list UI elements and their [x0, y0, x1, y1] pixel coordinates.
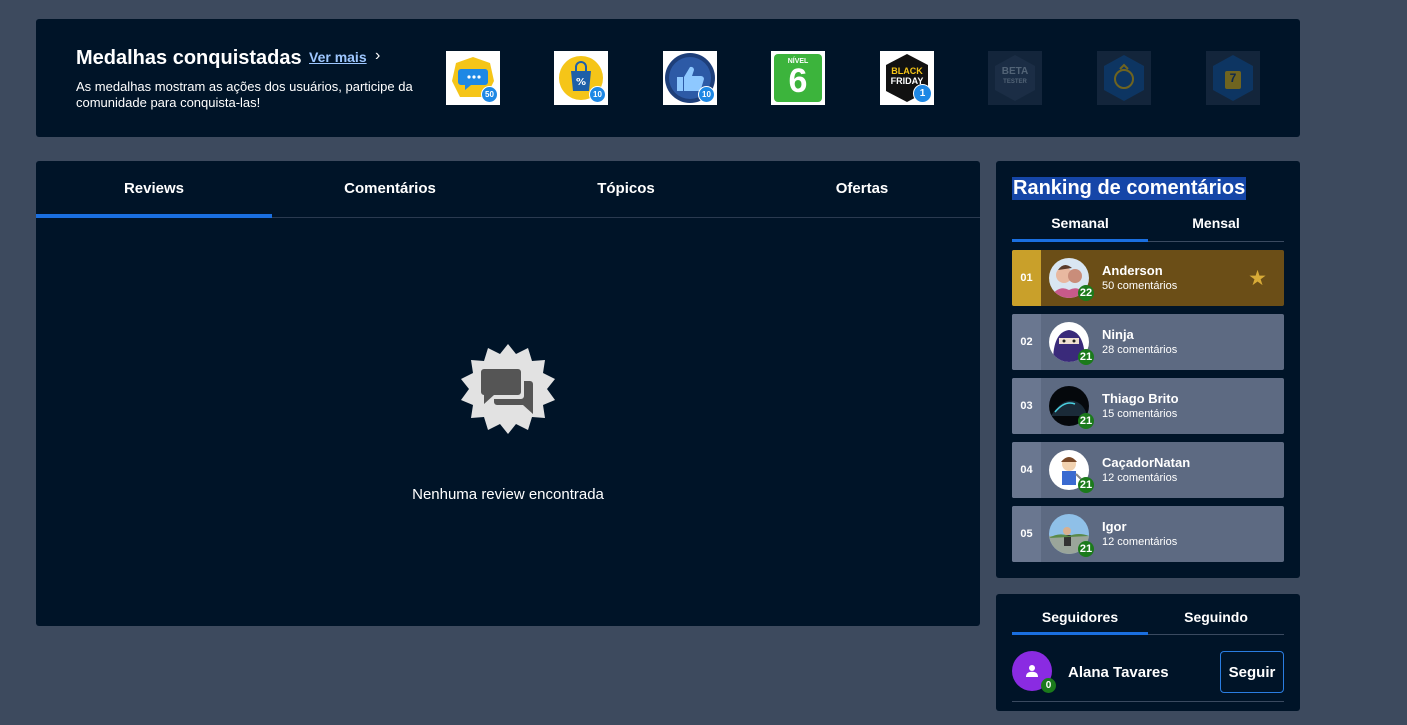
content-tabs: Reviews Comentários Tópicos Ofertas	[36, 161, 980, 218]
ranking-user-name: CaçadorNatan	[1102, 455, 1191, 470]
black-friday-label-top: BLACK	[891, 66, 923, 76]
see-more-link[interactable]: Ver mais	[309, 49, 367, 65]
medal-count-badge: 10	[589, 86, 606, 103]
follower-name[interactable]: Alana Tavares	[1068, 664, 1169, 681]
beta-label-top: BETA	[1001, 66, 1029, 77]
level-badge: 21	[1078, 349, 1094, 365]
chevron-right-icon[interactable]: ›	[375, 47, 380, 65]
avatar: 22	[1049, 258, 1094, 301]
like-medal[interactable]: 10	[663, 51, 717, 105]
beta-label-bottom: TESTER	[1003, 79, 1027, 85]
ranking-comment-count: 28 comentários	[1102, 344, 1178, 356]
level-medal-number: 6	[788, 62, 808, 100]
rank-number: 04	[1012, 442, 1041, 498]
tab-comentarios[interactable]: Comentários	[272, 161, 508, 217]
ranking-row[interactable]: 02 21 Ninja 28 comentários	[1012, 314, 1284, 370]
ranking-comment-count: 12 comentários	[1102, 472, 1178, 484]
level-badge: 0	[1041, 678, 1056, 693]
svg-text:%: %	[576, 77, 586, 88]
tab-reviews[interactable]: Reviews	[36, 161, 272, 218]
tab-topicos[interactable]: Tópicos	[508, 161, 744, 217]
followers-card: Seguidores Seguindo 0 Alana Tavares Segu…	[996, 594, 1300, 711]
tab-seguindo[interactable]: Seguindo	[1148, 603, 1284, 634]
ranking-row[interactable]: 04 21 CaçadorNatan 12 comentários	[1012, 442, 1284, 498]
level-badge: 22	[1078, 285, 1094, 301]
ranking-comment-count: 12 comentários	[1102, 536, 1178, 548]
medal-count-badge: 50	[481, 86, 498, 103]
tab-semanal[interactable]: Semanal	[1012, 209, 1148, 242]
medal-count-badge: 1	[913, 84, 932, 103]
avatar: 21	[1049, 322, 1094, 365]
ranking-title: Ranking de comentários	[1012, 177, 1247, 200]
ranking-tabs: Semanal Mensal	[1012, 209, 1284, 242]
black-friday-medal[interactable]: BLACK FRIDAY 1	[880, 51, 934, 105]
locked-medal-number: 7	[1229, 71, 1237, 85]
medals-card: Medalhas conquistadas Ver mais › As meda…	[36, 19, 1300, 137]
ranking-row[interactable]: 05 21 Igor 12 comentários	[1012, 506, 1284, 562]
comment-medal[interactable]: 50	[446, 51, 500, 105]
ranking-card: Ranking de comentários Semanal Mensal 01…	[996, 161, 1300, 578]
ranking-row[interactable]: 01 22 Anderson 50 comentários ★	[1012, 250, 1284, 306]
locked-medal-7[interactable]: 7	[1206, 51, 1260, 105]
tab-seguidores[interactable]: Seguidores	[1012, 603, 1148, 635]
rank-number: 02	[1012, 314, 1041, 370]
ranking-comment-count: 50 comentários	[1102, 280, 1178, 292]
divider	[1012, 701, 1284, 702]
follow-button[interactable]: Seguir	[1220, 651, 1284, 693]
forum-icon	[456, 337, 560, 441]
avatar: 21	[1049, 450, 1094, 493]
level-badge: 21	[1078, 413, 1094, 429]
level-badge: 21	[1078, 541, 1094, 557]
ranking-user-name: Ninja	[1102, 327, 1134, 342]
medals-description: As medalhas mostram as ações dos usuário…	[76, 79, 413, 110]
medals-title: Medalhas conquistadas	[76, 47, 302, 69]
rank-number: 05	[1012, 506, 1041, 562]
follow-tabs: Seguidores Seguindo	[1012, 603, 1284, 635]
tab-mensal[interactable]: Mensal	[1148, 209, 1284, 241]
tab-ofertas[interactable]: Ofertas	[744, 161, 980, 217]
ranking-user-name: Anderson	[1102, 263, 1163, 278]
ranking-user-name: Igor	[1102, 519, 1127, 534]
rank-number: 01	[1012, 250, 1041, 306]
content-card: Reviews Comentários Tópicos Ofertas Nenh…	[36, 161, 980, 626]
beta-tester-medal[interactable]: BETA TESTER	[988, 51, 1042, 105]
star-icon: ★	[1248, 267, 1267, 290]
ranking-row[interactable]: 03 21 Thiago Brito 15 comentários	[1012, 378, 1284, 434]
level-medal[interactable]: NÍVEL 6	[771, 51, 825, 105]
rank-number: 03	[1012, 378, 1041, 434]
ranking-user-name: Thiago Brito	[1102, 391, 1179, 406]
empty-state-message: Nenhuma review encontrada	[412, 486, 604, 503]
avatar: 21	[1049, 514, 1094, 557]
ranking-comment-count: 15 comentários	[1102, 408, 1178, 420]
offer-medal[interactable]: % 10	[554, 51, 608, 105]
avatar: 21	[1049, 386, 1094, 429]
locked-medal-icon[interactable]	[1097, 51, 1151, 105]
medal-count-badge: 10	[698, 86, 715, 103]
level-badge: 21	[1078, 477, 1094, 493]
